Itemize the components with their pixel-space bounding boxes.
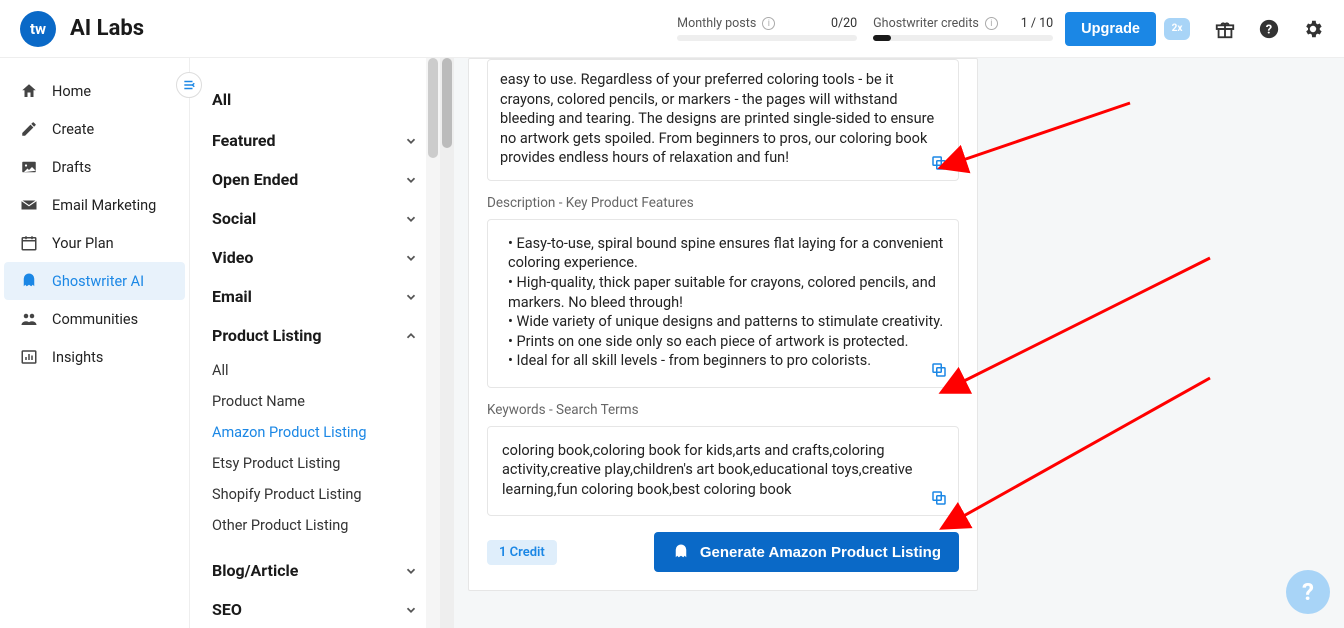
info-icon[interactable]: i bbox=[762, 17, 775, 30]
sub-item-all[interactable]: All bbox=[212, 355, 418, 386]
chevron-down-icon bbox=[404, 251, 418, 265]
generate-button[interactable]: Generate Amazon Product Listing bbox=[654, 532, 959, 572]
gift-icon[interactable] bbox=[1214, 18, 1236, 40]
category-seo[interactable]: SEO bbox=[212, 590, 418, 628]
nav-label: Create bbox=[52, 121, 94, 138]
copy-icon[interactable] bbox=[930, 154, 948, 172]
nav-label: Your Plan bbox=[52, 235, 114, 252]
sub-item-etsy-product-listing[interactable]: Etsy Product Listing bbox=[212, 448, 418, 479]
chevron-down-icon bbox=[404, 564, 418, 578]
nav-item-drafts[interactable]: Drafts bbox=[0, 148, 189, 186]
keywords-section-label: Keywords - Search Terms bbox=[487, 402, 959, 418]
main-content: easy to use. Regardless of your preferre… bbox=[440, 58, 1344, 628]
keywords-text: coloring book,coloring book for kids,art… bbox=[502, 441, 944, 500]
category-email[interactable]: Email bbox=[212, 277, 418, 316]
ghost-icon bbox=[20, 272, 38, 290]
chevron-down-icon bbox=[404, 173, 418, 187]
nav-item-ghostwriter-ai[interactable]: Ghostwriter AI bbox=[4, 262, 185, 300]
nav-label: Communities bbox=[52, 311, 138, 328]
stat-value: 1 / 10 bbox=[1021, 16, 1053, 31]
nav-item-home[interactable]: Home bbox=[0, 72, 189, 110]
sub-item-product-name[interactable]: Product Name bbox=[212, 386, 418, 417]
nav-label: Ghostwriter AI bbox=[52, 273, 144, 290]
logo[interactable]: tw AI Labs bbox=[20, 11, 144, 47]
description-card: easy to use. Regardless of your preferre… bbox=[487, 59, 959, 181]
nav-label: Home bbox=[52, 83, 91, 100]
sub-item-other-product-listing[interactable]: Other Product Listing bbox=[212, 510, 418, 541]
chevron-up-icon bbox=[404, 329, 418, 343]
credit-badge: 1 Credit bbox=[487, 540, 557, 565]
primary-sidebar: Home Create Drafts Email Marketing Your … bbox=[0, 58, 190, 628]
stat-label: Ghostwriter credits bbox=[873, 16, 979, 31]
nav-label: Email Marketing bbox=[52, 197, 156, 214]
copy-icon[interactable] bbox=[930, 361, 948, 379]
image-icon bbox=[20, 158, 38, 176]
progress-bar bbox=[873, 35, 1053, 41]
category-blog-article[interactable]: Blog/Article bbox=[212, 551, 418, 590]
scrollbar[interactable] bbox=[440, 58, 454, 628]
collapse-sidebar-button[interactable] bbox=[176, 72, 202, 98]
category-all[interactable]: All bbox=[212, 86, 418, 121]
category-video[interactable]: Video bbox=[212, 238, 418, 277]
chart-icon bbox=[20, 348, 38, 366]
nav-label: Drafts bbox=[52, 159, 91, 176]
description-text: easy to use. Regardless of your preferre… bbox=[500, 60, 946, 168]
ghost-icon bbox=[672, 543, 690, 561]
features-card: • Easy-to-use, spiral bound spine ensure… bbox=[487, 219, 959, 388]
svg-text:?: ? bbox=[1266, 22, 1272, 37]
calendar-icon bbox=[20, 234, 38, 252]
chevron-down-icon bbox=[404, 212, 418, 226]
sub-item-shopify-product-listing[interactable]: Shopify Product Listing bbox=[212, 479, 418, 510]
nav-item-your-plan[interactable]: Your Plan bbox=[0, 224, 189, 262]
sub-item-amazon-product-listing[interactable]: Amazon Product Listing bbox=[212, 417, 418, 448]
gear-icon[interactable] bbox=[1302, 18, 1324, 40]
chevron-down-icon bbox=[404, 290, 418, 304]
people-icon bbox=[20, 310, 38, 328]
chevron-down-icon bbox=[404, 603, 418, 617]
category-open-ended[interactable]: Open Ended bbox=[212, 160, 418, 199]
help-bubble-button[interactable]: ? bbox=[1286, 570, 1330, 614]
stat-ghostwriter-credits: Ghostwriter credits i 1 / 10 bbox=[873, 16, 1053, 41]
form-footer: 1 Credit Generate Amazon Product Listing bbox=[487, 532, 959, 572]
nav-item-email-marketing[interactable]: Email Marketing bbox=[0, 186, 189, 224]
pencil-icon bbox=[20, 120, 38, 138]
header: tw AI Labs Monthly posts i 0/20 Ghostwri… bbox=[0, 0, 1344, 58]
nav-label: Insights bbox=[52, 349, 103, 366]
generate-label: Generate Amazon Product Listing bbox=[700, 544, 941, 561]
help-icon[interactable]: ? bbox=[1258, 18, 1280, 40]
stat-monthly-posts: Monthly posts i 0/20 bbox=[677, 16, 857, 41]
progress-bar bbox=[677, 35, 857, 41]
info-icon[interactable]: i bbox=[985, 17, 998, 30]
keywords-card: coloring book,coloring book for kids,art… bbox=[487, 426, 959, 517]
category-product-listing[interactable]: Product Listing bbox=[212, 316, 418, 355]
envelope-icon bbox=[20, 196, 38, 214]
category-featured[interactable]: Featured bbox=[212, 121, 418, 160]
scrollbar[interactable] bbox=[426, 58, 440, 628]
logo-badge: tw bbox=[20, 11, 56, 47]
app-title: AI Labs bbox=[70, 16, 144, 41]
features-text: • Easy-to-use, spiral bound spine ensure… bbox=[502, 234, 944, 371]
stat-value: 0/20 bbox=[831, 16, 857, 31]
home-icon bbox=[20, 82, 38, 100]
nav-item-insights[interactable]: Insights bbox=[0, 338, 189, 376]
secondary-sidebar: All Featured Open Ended Social Video Ema… bbox=[190, 58, 440, 628]
header-stats: Monthly posts i 0/20 Ghostwriter credits… bbox=[677, 16, 1053, 41]
chevron-down-icon bbox=[404, 134, 418, 148]
heart-badge[interactable]: 2x bbox=[1164, 18, 1190, 40]
form-panel: easy to use. Regardless of your preferre… bbox=[468, 58, 978, 591]
category-social[interactable]: Social bbox=[212, 199, 418, 238]
nav-item-create[interactable]: Create bbox=[0, 110, 189, 148]
nav-item-communities[interactable]: Communities bbox=[0, 300, 189, 338]
upgrade-button[interactable]: Upgrade bbox=[1065, 12, 1156, 46]
stat-label: Monthly posts bbox=[677, 16, 756, 31]
copy-icon[interactable] bbox=[930, 489, 948, 507]
features-section-label: Description - Key Product Features bbox=[487, 195, 959, 211]
